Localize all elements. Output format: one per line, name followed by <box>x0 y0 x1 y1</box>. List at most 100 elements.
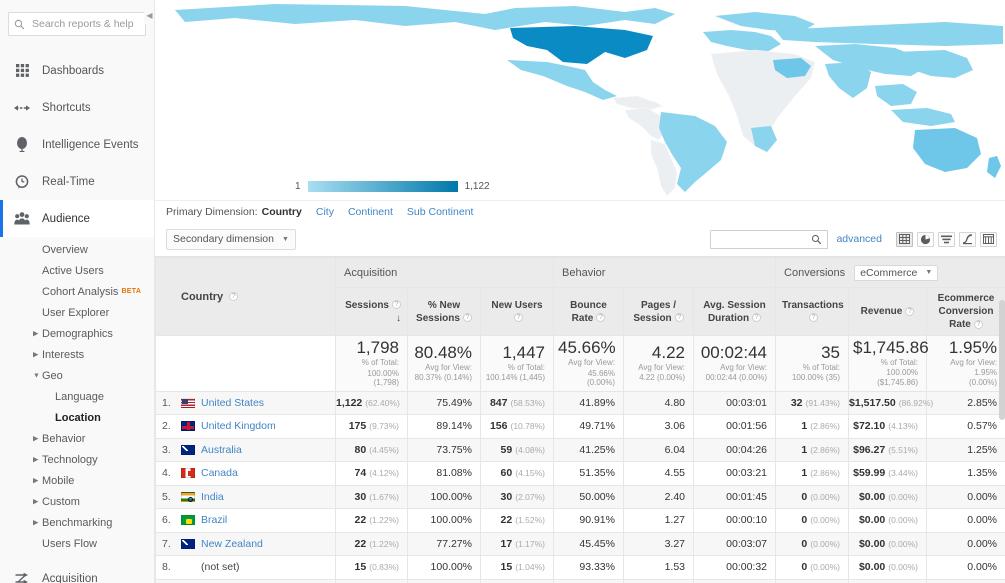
sidebar-collapse-button[interactable]: ◀ <box>144 6 154 24</box>
table-search-input[interactable] <box>714 232 807 246</box>
cell-new-sessions-pct: 73.75% <box>407 437 481 462</box>
column-header-pages-session[interactable]: Pages / Session? <box>623 287 694 336</box>
search-icon[interactable] <box>806 234 827 245</box>
cell-percent: (4.12%) <box>369 468 399 479</box>
country-link[interactable]: New Zealand <box>201 538 263 550</box>
help-icon[interactable]: ? <box>596 313 606 323</box>
world-map[interactable]: 1 1,122 <box>155 0 1005 200</box>
column-header-avg-session-duration[interactable]: Avg. Session Duration? <box>692 287 777 336</box>
help-icon[interactable]: ? <box>462 313 472 323</box>
sidebar-item-users-flow[interactable]: Users Flow <box>0 533 154 554</box>
country-link[interactable]: Australia <box>201 444 242 456</box>
secondary-dimension-dropdown[interactable]: Secondary dimension ▼ <box>166 228 296 250</box>
help-icon[interactable]: ? <box>514 313 523 323</box>
cell-revenue: $0.00(0.00%) <box>848 578 928 583</box>
sidebar-item-custom[interactable]: ▶ Custom <box>0 491 154 512</box>
sidebar-item-acquisition[interactable]: Acquisition <box>0 560 154 583</box>
sidebar-item-interests[interactable]: ▶ Interests <box>0 344 154 365</box>
column-header-sessions[interactable]: Sessions ? ↓ <box>335 287 408 336</box>
table-row[interactable]: 8. (not set) 15 (0.83%) 100.00% 15 (1.04%) 93.3… <box>155 555 1005 580</box>
sidebar-item-geo[interactable]: ▼ Geo <box>0 365 154 386</box>
sidebar-item-shortcuts[interactable]: Shortcuts <box>0 89 154 126</box>
help-icon[interactable]: ? <box>674 313 684 323</box>
sidebar-item-intelligence-events[interactable]: Intelligence Events <box>0 126 154 163</box>
sidebar-item-behavior[interactable]: ▶ Behavior <box>0 428 154 449</box>
column-header-ecommerce-conversion-rate[interactable]: Ecommerce Conversion Rate? <box>926 287 1005 336</box>
sidebar-item-benchmarking[interactable]: ▶ Benchmarking <box>0 512 154 533</box>
help-icon[interactable]: ? <box>392 300 401 310</box>
search-box[interactable] <box>8 12 146 36</box>
table-row[interactable]: 4. Canada 74 (4.12%) 81.08% 60 (4.15%) 51.35% 4.… <box>155 461 1005 486</box>
table-row[interactable]: 2. United Kingdom 175 (9.73%) 89.14% 156 (10.7… <box>155 414 1005 439</box>
pie-view-icon[interactable] <box>917 231 934 247</box>
sidebar-item-language[interactable]: Language <box>0 386 154 407</box>
help-icon[interactable]: ? <box>905 306 915 316</box>
help-icon[interactable]: ? <box>229 292 239 302</box>
table-row[interactable]: 1. United States 1,122 (62.40%) 75.49% 847 (58… <box>155 390 1005 415</box>
comparison-view-icon[interactable] <box>959 231 976 247</box>
country-link[interactable]: United States <box>201 397 264 409</box>
column-header-country[interactable]: Country ? <box>155 257 336 336</box>
sidebar-item-location[interactable]: Location <box>0 407 154 428</box>
cell-bounce-rate: 45.45% <box>553 531 624 556</box>
sidebar-item-cohort-analysis[interactable]: Cohort Analysis BETA <box>0 281 154 302</box>
chevron-right-icon: ▶ <box>33 456 39 463</box>
table-view-icon[interactable] <box>896 231 913 247</box>
primary-dimension-continent[interactable]: Continent <box>348 206 393 218</box>
pivot-view-icon[interactable] <box>980 231 997 247</box>
table-row[interactable]: 5. India 30 (1.67%) 100.00% 30 (2.07%) 50.00% 2.… <box>155 484 1005 509</box>
cell-sessions: 1,122 (62.40%) <box>335 390 408 415</box>
cell-revenue: $59.99 (3.44%) <box>848 461 928 486</box>
column-header-new-users[interactable]: New Users? <box>480 287 554 336</box>
column-header-revenue[interactable]: Revenue? <box>848 287 928 336</box>
sidebar-item-overview[interactable]: Overview <box>0 239 154 260</box>
group-header-label: Acquisition <box>344 266 398 279</box>
table-row[interactable]: 3. Australia 80 (4.45%) 73.75% 59 (4.08%) 41.25… <box>155 437 1005 462</box>
cell-avg-session-duration: 00:03:07 <box>692 531 777 556</box>
cell-percent: (2.86%) <box>810 444 841 455</box>
help-icon[interactable]: ? <box>809 313 819 323</box>
table-row[interactable]: 9.United Arab Emirates14(0.78%)64.29%9(0… <box>155 578 1005 583</box>
country-link[interactable]: United Kingdom <box>201 420 276 432</box>
cell-value: 1 <box>801 443 808 456</box>
sidebar-item-real-time[interactable]: Real-Time <box>0 163 154 200</box>
cell-value: 1 <box>801 467 808 480</box>
country-link[interactable]: India <box>201 491 224 503</box>
vertical-scrollbar[interactable] <box>999 0 1005 583</box>
primary-dimension-country[interactable]: Country <box>262 206 302 218</box>
cell-value: 1.27 <box>664 514 685 527</box>
column-header-new-sessions-pct[interactable]: % New Sessions? <box>407 287 481 336</box>
primary-dimension-city[interactable]: City <box>316 206 334 218</box>
search-input[interactable] <box>30 17 140 31</box>
sidebar-item-dashboards[interactable]: Dashboards <box>0 52 154 89</box>
sidebar-item-label: Real-Time <box>42 175 95 188</box>
ecommerce-dropdown[interactable]: eCommerce ▼ <box>854 264 939 281</box>
help-icon[interactable]: ? <box>973 319 983 329</box>
summary-cell-pages-session: 4.22 Avg for View: 4.22 (0.00%) <box>623 335 694 392</box>
scrollbar-thumb[interactable] <box>999 300 1005 420</box>
advanced-link[interactable]: advanced <box>836 233 882 245</box>
table-row[interactable]: 6. Brazil 22 (1.22%) 100.00% 22 (1.52%) 90.91% 1… <box>155 508 1005 533</box>
sidebar-item-technology[interactable]: ▶ Technology <box>0 449 154 470</box>
sidebar-item-user-explorer[interactable]: User Explorer <box>0 302 154 323</box>
column-header-bounce-rate[interactable]: Bounce Rate? <box>553 287 624 336</box>
country-link[interactable]: Brazil <box>201 514 227 526</box>
summary-cell-new-users: 1,447 % of Total: 100.14% (1,445) <box>480 335 554 392</box>
sidebar-item-mobile[interactable]: ▶ Mobile <box>0 470 154 491</box>
table-search-box[interactable] <box>710 229 829 249</box>
column-header-transactions[interactable]: Transactions? <box>775 287 850 336</box>
sidebar-item-demographics[interactable]: ▶ Demographics <box>0 323 154 344</box>
primary-dimension-sub-continent[interactable]: Sub Continent <box>407 206 474 218</box>
sidebar-item-audience[interactable]: Audience <box>0 200 154 237</box>
performance-view-icon[interactable] <box>938 231 955 247</box>
row-rank: 2. <box>162 420 171 433</box>
view-mode-icons <box>892 231 997 247</box>
cell-value: 2.40 <box>664 490 685 503</box>
cell-avg-session-duration: 00:01:24 <box>692 578 777 583</box>
summary-cell-avg-session-duration: 00:02:44 Avg for View: 00:02:44 (0.00%) <box>692 335 777 392</box>
table-row[interactable]: 7. New Zealand 22 (1.22%) 77.27% 17 (1.17%) 45.… <box>155 531 1005 556</box>
help-icon[interactable]: ? <box>752 313 762 323</box>
country-link[interactable]: Canada <box>201 467 238 479</box>
sidebar-item-active-users[interactable]: Active Users <box>0 260 154 281</box>
cell-country: 5. India <box>155 484 336 509</box>
